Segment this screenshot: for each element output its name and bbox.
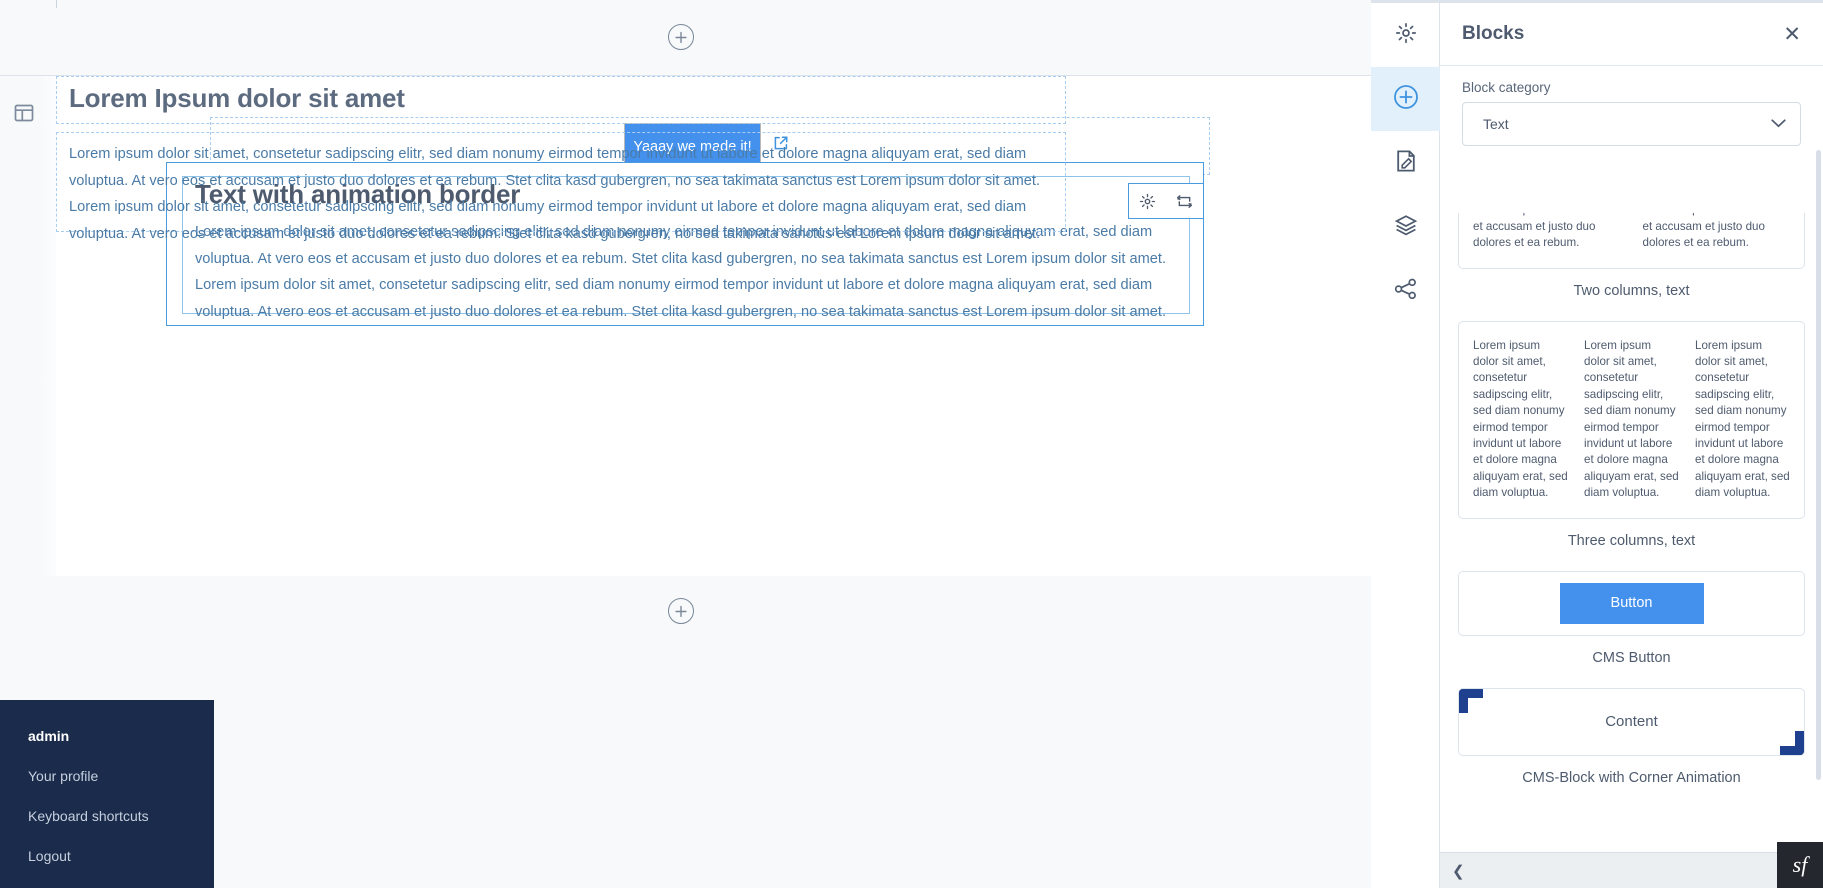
close-icon[interactable]: ✕ [1783,24,1801,45]
preview-button[interactable]: Button [1559,582,1704,624]
strip-divider [56,0,57,8]
user-menu-item-keyboard-shortcuts[interactable]: Keyboard shortcuts [0,796,214,836]
rail-item-add-blocks[interactable] [1371,67,1440,131]
block-preview-corner-animation[interactable]: Content CMS-Block with Corner Animation [1458,687,1805,808]
panel-scrollbar[interactable] [1816,150,1821,780]
preview-content-label: Content [1605,713,1658,731]
corner-accent-top-left [1459,688,1483,713]
three-columns-caption: Three columns, text [1567,532,1696,549]
symfony-logo-icon[interactable]: sf [1777,842,1823,888]
second-block-heading[interactable]: Lorem Ipsum dolor sit amet [57,77,1065,115]
second-block-body-text[interactable]: Lorem ipsum dolor sit amet, consetetur s… [57,133,1065,247]
user-menu-username: admin [28,728,70,744]
add-block-bottom-button[interactable] [668,598,694,624]
panel-title: Blocks [1462,23,1525,44]
blocks-panel: Blocks ✕ Block category Text magna al [1440,0,1823,888]
blocks-panel-header: Blocks ✕ [1440,3,1823,66]
rail-item-settings[interactable] [1371,3,1440,67]
second-block-heading-zone[interactable]: Lorem Ipsum dolor sit amet [56,76,1066,124]
editor-icon-rail [1371,0,1440,888]
left-gutter [0,76,56,576]
two-col-text-1: magna aliquyam erat, sed diam voluptua. … [1473,213,1610,250]
corner-accent-bottom-right [1780,730,1804,755]
edit-document-icon [1395,149,1417,178]
three-col-text-1: Lorem ipsum dolor sit amet, consetetur s… [1473,338,1568,500]
chevron-down-icon [1771,115,1786,133]
blocks-panel-body: Block category Text magna aliquyam erat,… [1440,67,1823,852]
page-canvas: Yaaay we made it! Text with animation bo… [56,76,1371,576]
symfony-logo-label: sf [1792,852,1808,877]
rail-item-share[interactable] [1371,259,1440,323]
cms-button-preview-frame[interactable]: Button [1458,570,1805,636]
three-columns-preview-frame[interactable]: Lorem ipsum dolor sit amet, consetetur s… [1458,320,1805,519]
block-toolbar [1128,183,1204,219]
gear-icon[interactable] [1139,193,1156,210]
gear-icon [1395,22,1417,49]
three-col-text-2: Lorem ipsum dolor sit amet, consetetur s… [1584,338,1679,500]
block-category-value: Text [1483,116,1509,132]
block-category-label: Block category [1462,80,1551,95]
block-preview-three-columns[interactable]: Lorem ipsum dolor sit amet, consetetur s… [1458,320,1805,571]
rail-item-edit-content[interactable] [1371,131,1440,195]
layers-icon [1394,214,1418,241]
second-block-text-zone[interactable]: Lorem ipsum dolor sit amet, consetetur s… [56,132,1066,242]
blocks-list[interactable]: magna aliquyam erat, sed diam voluptua. … [1440,213,1823,852]
cms-page-editor: Yaaay we made it! Text with animation bo… [0,0,1823,888]
user-menu: admin Your profile Keyboard shortcuts Lo… [0,700,214,888]
cms-button-caption: CMS Button [1592,649,1671,666]
user-menu-item-logout[interactable]: Logout [0,836,214,876]
corner-animation-preview-frame[interactable]: Content [1458,687,1805,756]
two-col-text-2: magna aliquyam erat, sed diam voluptua. … [1642,213,1780,250]
layout-panel-icon[interactable] [13,102,37,126]
share-nodes-icon [1394,278,1418,305]
block-preview-two-columns[interactable]: magna aliquyam erat, sed diam voluptua. … [1458,213,1805,321]
corner-animation-caption: CMS-Block with Corner Animation [1522,769,1741,786]
block-category-select[interactable]: Text [1462,102,1801,146]
second-text-block[interactable]: Lorem Ipsum dolor sit amet Lorem ipsum d… [56,76,1066,242]
two-columns-preview-frame[interactable]: magna aliquyam erat, sed diam voluptua. … [1458,213,1805,269]
add-block-top-button[interactable] [668,24,694,50]
cycle-icon[interactable] [1175,193,1194,210]
user-menu-item-your-profile[interactable]: Your profile [0,756,214,796]
chevron-left-icon[interactable]: ❮ [1440,862,1477,880]
three-col-text-3: Lorem ipsum dolor sit amet, consetetur s… [1695,338,1790,500]
preview-button-label: Button [1610,595,1653,612]
block-preview-cms-button[interactable]: Button CMS Button [1458,570,1805,688]
plus-circle-icon [1393,84,1419,115]
two-columns-caption: Two columns, text [1573,282,1690,299]
rail-item-layers[interactable] [1371,195,1440,259]
dev-toolbar: ❮ [1440,852,1823,888]
